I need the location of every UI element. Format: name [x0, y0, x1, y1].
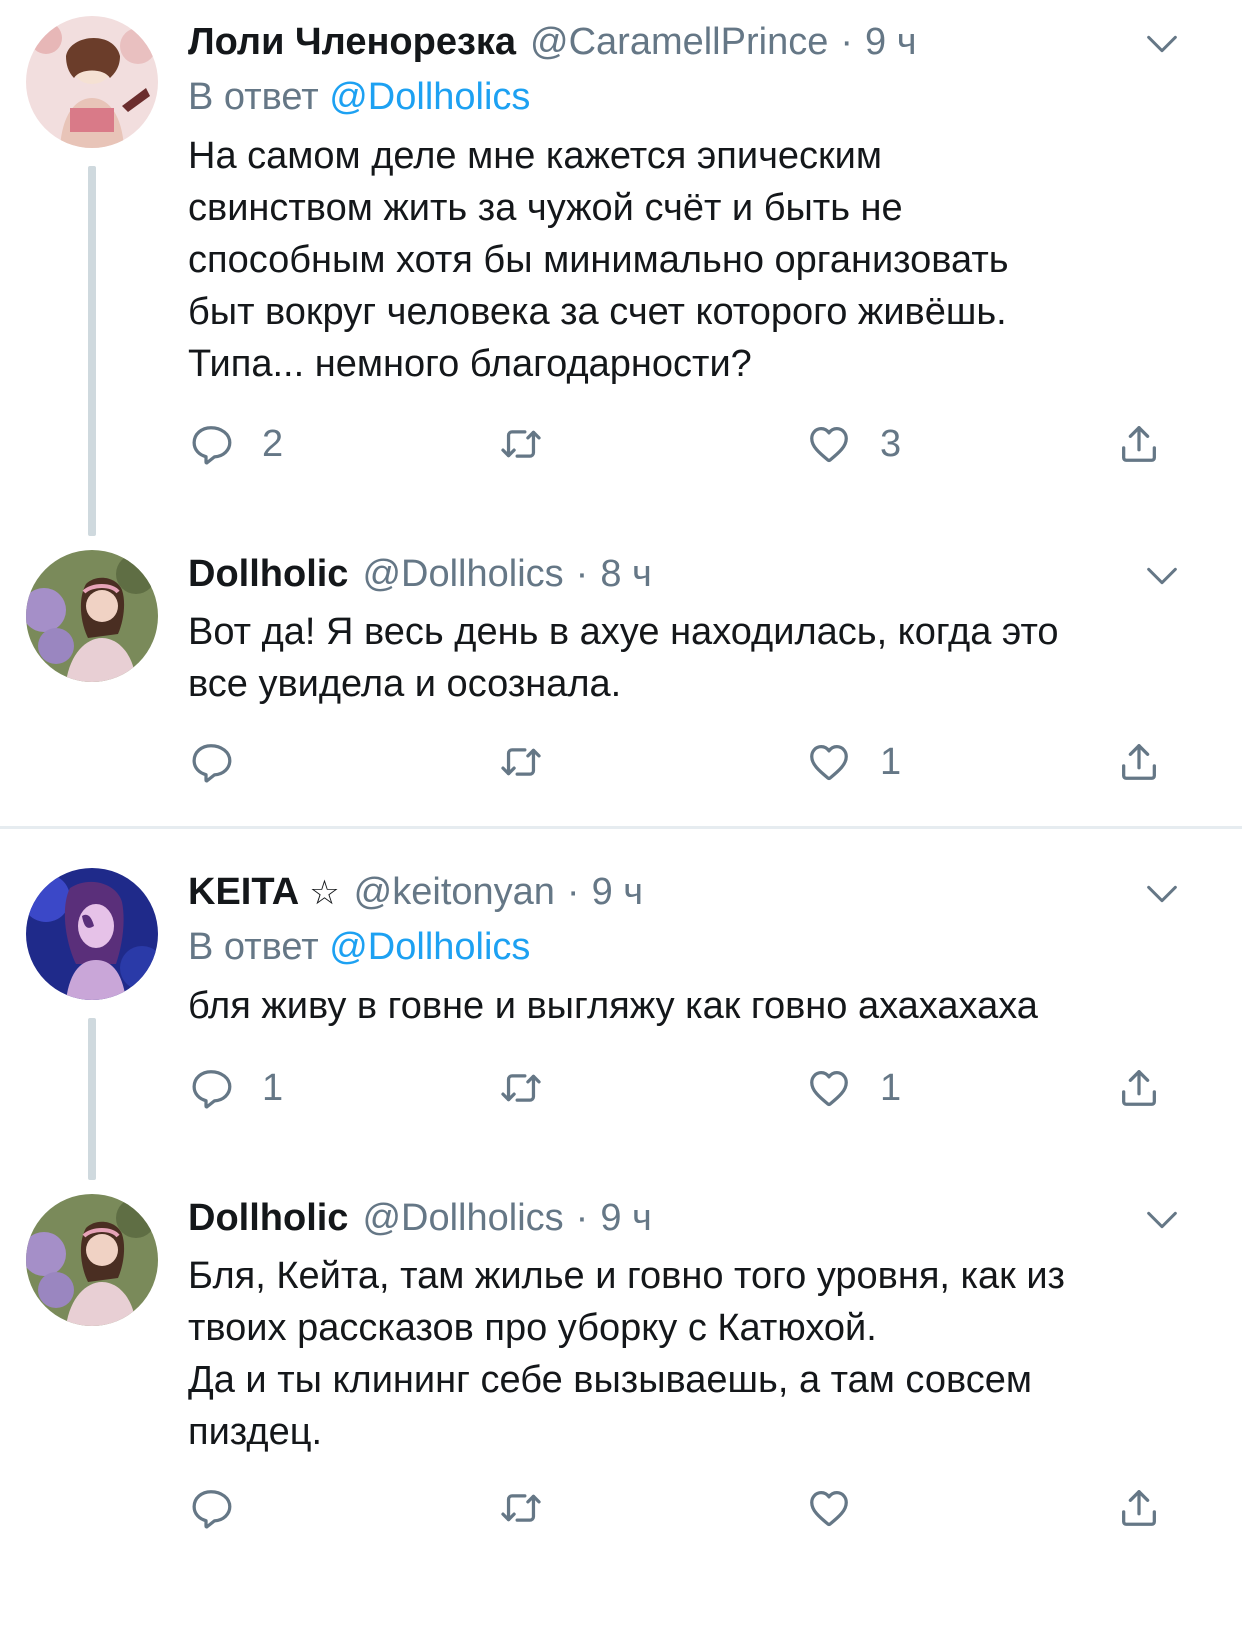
- share-button[interactable]: [1116, 1060, 1162, 1116]
- like-button[interactable]: 1: [806, 1060, 901, 1116]
- reply-button[interactable]: [188, 1480, 262, 1536]
- avatar-photo-lilac-icon[interactable]: [26, 550, 158, 682]
- heart-icon: [806, 1065, 852, 1111]
- share-icon: [1116, 421, 1162, 467]
- separator: ·: [575, 1197, 589, 1239]
- timestamp[interactable]: 9 ч: [600, 1194, 652, 1242]
- tweet-header: Dollholic @Dollholics · 9 ч: [188, 1194, 1178, 1242]
- username[interactable]: @Dollholics: [362, 550, 563, 598]
- timestamp[interactable]: 9 ч: [592, 868, 644, 916]
- tweet-text: Вот да! Я весь день в ахуе находилась, к…: [188, 611, 1059, 705]
- retweet-icon: [498, 739, 544, 785]
- separator: ·: [840, 21, 853, 63]
- separator: ·: [575, 553, 589, 595]
- retweet-button[interactable]: [498, 1060, 572, 1116]
- mention-link[interactable]: @Dollholics: [329, 76, 530, 118]
- display-name[interactable]: Лоли Членорезка: [188, 18, 516, 66]
- tweet-header: Лоли Членорезка @CaramellPrince · 9 ч: [188, 18, 1178, 66]
- retweet-button[interactable]: [498, 416, 572, 472]
- like-count: 1: [880, 741, 902, 783]
- reply-button[interactable]: 2: [188, 416, 283, 472]
- like-button[interactable]: 3: [806, 416, 901, 472]
- tweet-text: бля живу в говне и выгляжу как говно аха…: [188, 985, 1038, 1027]
- share-button[interactable]: [1116, 416, 1162, 472]
- thread-line: [88, 1018, 96, 1180]
- chevron-down-icon[interactable]: [1142, 24, 1182, 64]
- retweet-button[interactable]: [498, 1480, 572, 1536]
- tweet-header: Dollholic @Dollholics · 8 ч: [188, 550, 1178, 598]
- like-count: 3: [880, 423, 902, 465]
- star-icon: ☆: [309, 874, 340, 912]
- reply-icon: [188, 739, 234, 785]
- tweet-actions: 1: [188, 734, 1242, 790]
- reply-icon: [188, 1065, 234, 1111]
- avatar-photo-lilac-icon[interactable]: [26, 1194, 158, 1326]
- tweet-header: KEITA ☆ @keitonyan · 9 ч: [188, 868, 1178, 916]
- chevron-down-icon[interactable]: [1142, 1200, 1182, 1240]
- tweet-actions: 2 3: [188, 416, 1242, 472]
- like-button[interactable]: [806, 1480, 880, 1536]
- username[interactable]: @keitonyan: [354, 868, 555, 916]
- timestamp[interactable]: 8 ч: [600, 550, 652, 598]
- retweet-button[interactable]: [498, 734, 572, 790]
- separator: ·: [566, 871, 580, 913]
- avatar-photo-purple-icon[interactable]: [26, 868, 158, 1000]
- share-icon: [1116, 1485, 1162, 1531]
- timestamp[interactable]: 9 ч: [865, 18, 917, 66]
- chevron-down-icon[interactable]: [1142, 556, 1182, 596]
- share-icon: [1116, 1065, 1162, 1111]
- avatar-drawn-girl-icon[interactable]: [26, 16, 158, 148]
- retweet-icon: [498, 1485, 544, 1531]
- username[interactable]: @CaramellPrince: [530, 18, 828, 66]
- tweet-text: Бля, Кейта, там жилье и говно того уровн…: [188, 1255, 1065, 1453]
- replying-to-label: В ответ: [188, 76, 319, 118]
- tweet-text: На самом деле мне кажется эпическим свин…: [188, 135, 1009, 385]
- heart-icon: [806, 739, 852, 785]
- replying-to: В ответ @Dollholics: [188, 72, 1178, 122]
- heart-icon: [806, 1485, 852, 1531]
- username[interactable]: @Dollholics: [362, 1194, 563, 1242]
- heart-icon: [806, 421, 852, 467]
- tweet-actions: [188, 1480, 1242, 1536]
- reply-button[interactable]: [188, 734, 262, 790]
- display-name[interactable]: Dollholic: [188, 1194, 348, 1242]
- thread-line: [88, 166, 96, 536]
- share-button[interactable]: [1116, 1480, 1162, 1536]
- chevron-down-icon[interactable]: [1142, 874, 1182, 914]
- retweet-icon: [498, 421, 544, 467]
- reply-icon: [188, 1485, 234, 1531]
- tweet-actions: 1 1: [188, 1060, 1242, 1116]
- reply-button[interactable]: 1: [188, 1060, 283, 1116]
- replying-to: В ответ @Dollholics: [188, 922, 1178, 972]
- reply-count: 2: [262, 423, 284, 465]
- thread-divider: [0, 826, 1242, 829]
- share-icon: [1116, 739, 1162, 785]
- mention-link[interactable]: @Dollholics: [329, 926, 530, 968]
- share-button[interactable]: [1116, 734, 1162, 790]
- replying-to-label: В ответ: [188, 926, 319, 968]
- reply-icon: [188, 421, 234, 467]
- like-count: 1: [880, 1067, 902, 1109]
- reply-count: 1: [262, 1067, 284, 1109]
- display-name[interactable]: Dollholic: [188, 550, 348, 598]
- display-name[interactable]: KEITA: [188, 868, 299, 916]
- retweet-icon: [498, 1065, 544, 1111]
- like-button[interactable]: 1: [806, 734, 901, 790]
